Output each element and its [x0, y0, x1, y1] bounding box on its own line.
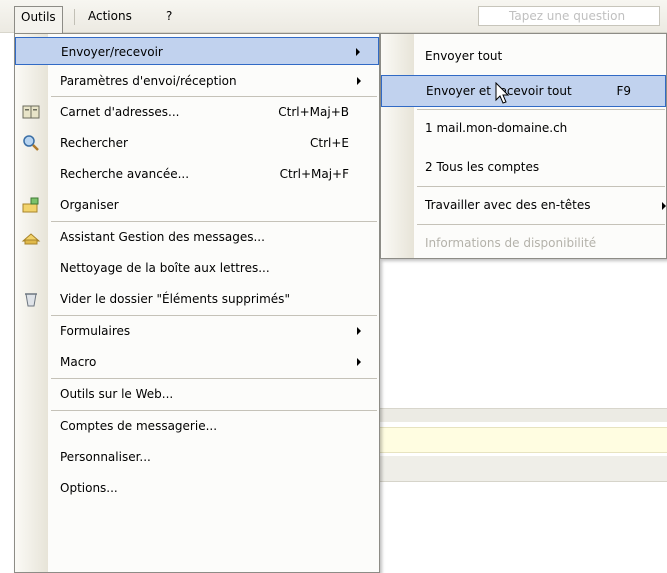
search-icon [23, 135, 39, 151]
envoyer-recevoir-submenu: Envoyer tout Envoyer et recevoir tout F9… [380, 33, 667, 259]
menu-item-assistant-gestion[interactable]: Assistant Gestion des messages... [15, 223, 379, 251]
menu-item-label: Personnaliser... [60, 450, 151, 464]
menubar-separator [74, 9, 75, 25]
menu-item-formulaires[interactable]: Formulaires [15, 317, 379, 345]
submenu-item-label: Envoyer tout [425, 49, 503, 63]
submenu-separator [417, 186, 665, 187]
menu-separator [51, 221, 377, 222]
menu-item-vider-supprimes[interactable]: Vider le dossier "Éléments supprimés" [15, 285, 379, 313]
question-input[interactable]: Tapez une question [478, 6, 660, 26]
submenu-separator [417, 224, 665, 225]
menu-item-parametres-envoi[interactable]: Paramètres d'envoi/réception [15, 67, 379, 95]
submenu-arrow-icon [356, 48, 360, 56]
shortcut-label: Ctrl+Maj+B [278, 105, 349, 119]
menu-item-envoyer-recevoir[interactable]: Envoyer/recevoir [15, 37, 379, 65]
menu-separator [51, 378, 377, 379]
menu-item-carnet-adresses[interactable]: Carnet d'adresses... Ctrl+Maj+B [15, 98, 379, 126]
submenu-arrow-icon [357, 358, 361, 366]
menu-item-label: Formulaires [60, 324, 131, 338]
menu-item-label: Nettoyage de la boîte aux lettres... [60, 261, 270, 275]
menu-item-label: Rechercher [60, 136, 128, 150]
menu-separator [51, 96, 377, 97]
background-infobar [380, 427, 667, 453]
menu-item-label: Macro [60, 355, 97, 369]
menu-item-label: Assistant Gestion des messages... [60, 230, 265, 244]
menu-item-label: Options... [60, 481, 118, 495]
background-toolbar [380, 408, 667, 422]
organize-icon [22, 197, 39, 213]
menu-item-label: Paramètres d'envoi/réception [60, 74, 237, 88]
submenu-item-account-1[interactable]: 1 mail.mon-domaine.ch [381, 111, 666, 145]
menu-item-organiser[interactable]: Organiser [15, 191, 379, 219]
submenu-item-label: 2 Tous les comptes [425, 160, 540, 174]
menu-separator [51, 315, 377, 316]
menu-item-label: Recherche avancée... [60, 167, 190, 181]
menu-item-label: Comptes de messagerie... [60, 419, 218, 433]
submenu-arrow-icon [662, 202, 666, 210]
address-book-icon [22, 105, 40, 119]
menu-actions[interactable]: Actions [82, 6, 138, 28]
menu-bar: Outils Actions ? Tapez une question [0, 0, 667, 33]
menu-separator [51, 410, 377, 411]
shortcut-label: Ctrl+Maj+F [279, 167, 349, 181]
menu-item-label: Organiser [60, 198, 119, 212]
submenu-item-envoyer-recevoir-tout[interactable]: Envoyer et recevoir tout F9 [381, 75, 666, 107]
menu-item-label: Outils sur le Web... [60, 387, 174, 401]
menu-item-label: Vider le dossier "Éléments supprimés" [60, 292, 290, 306]
shortcut-label: F9 [616, 84, 631, 98]
submenu-item-tous-comptes[interactable]: 2 Tous les comptes [381, 150, 666, 184]
menu-item-rechercher[interactable]: Rechercher Ctrl+E [15, 129, 379, 157]
menu-item-label: Envoyer/recevoir [61, 45, 163, 59]
menu-item-options[interactable]: Options... [15, 474, 379, 502]
menu-outils[interactable]: Outils [14, 6, 63, 33]
submenu-item-label: Informations de disponibilité [425, 236, 597, 250]
submenu-separator [417, 109, 665, 110]
submenu-item-envoyer-tout[interactable]: Envoyer tout [381, 39, 666, 73]
menu-item-personnaliser[interactable]: Personnaliser... [15, 443, 379, 471]
menu-item-nettoyage[interactable]: Nettoyage de la boîte aux lettres... [15, 254, 379, 282]
background-header [380, 456, 667, 482]
menu-item-label: Carnet d'adresses... [60, 105, 180, 119]
shortcut-label: Ctrl+E [310, 136, 349, 150]
menu-item-outils-web[interactable]: Outils sur le Web... [15, 380, 379, 408]
empty-trash-icon [25, 293, 37, 307]
menu-help[interactable]: ? [160, 6, 178, 28]
menu-item-macro[interactable]: Macro [15, 348, 379, 376]
submenu-arrow-icon [357, 77, 361, 85]
submenu-item-disponibilite: Informations de disponibilité [381, 226, 666, 260]
submenu-item-label: 1 mail.mon-domaine.ch [425, 121, 568, 135]
mouse-cursor-icon [495, 82, 510, 104]
menu-item-recherche-avancee[interactable]: Recherche avancée... Ctrl+Maj+F [15, 160, 379, 188]
submenu-item-en-tetes[interactable]: Travailler avec des en-têtes [381, 188, 666, 222]
submenu-item-label: Travailler avec des en-têtes [425, 198, 591, 212]
rules-wizard-icon [21, 233, 41, 245]
submenu-arrow-icon [357, 327, 361, 335]
outils-dropdown-menu: Envoyer/recevoir Paramètres d'envoi/réce… [14, 33, 380, 573]
menu-item-comptes-messagerie[interactable]: Comptes de messagerie... [15, 412, 379, 440]
